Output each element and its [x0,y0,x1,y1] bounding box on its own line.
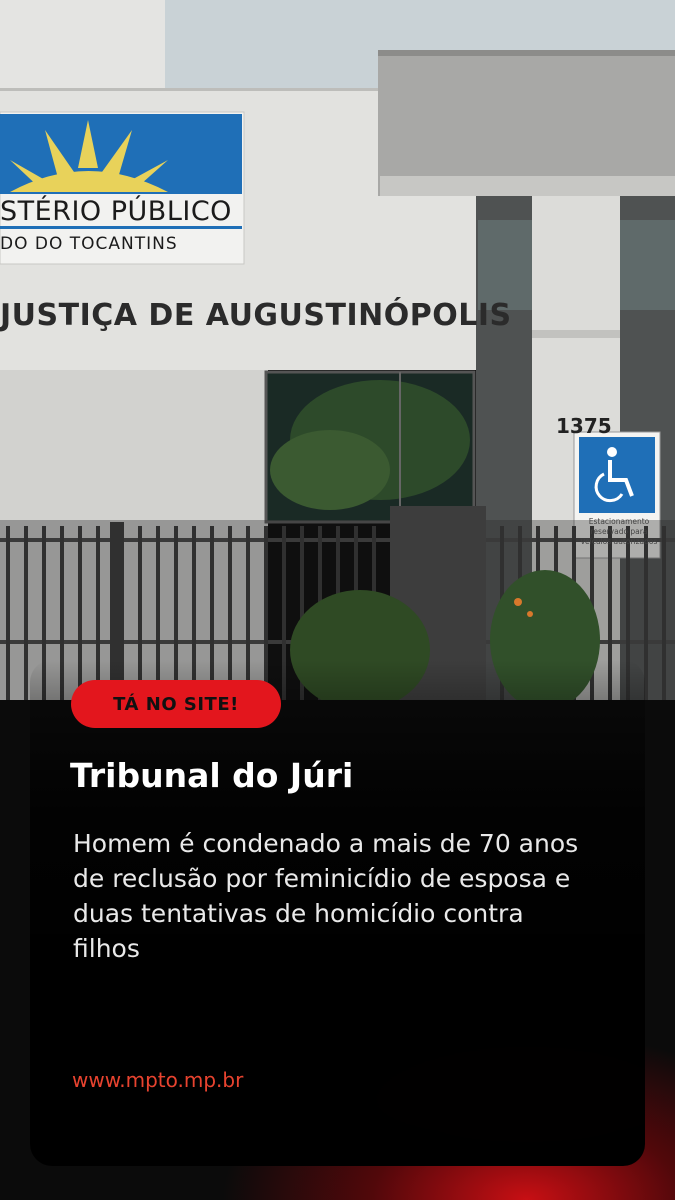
site-badge: TÁ NO SITE! [71,680,281,728]
street-number: 1375 [556,414,612,438]
site-url[interactable]: www.mpto.mp.br [72,1068,243,1092]
parking-sign-text: Estacionamento reservado para veículos a… [580,517,658,546]
sign-line-2: DO DO TOCANTINS [0,234,178,254]
building-name: JUSTIÇA DE AUGUSTINÓPOLIS [0,298,512,333]
headline-category: Tribunal do Júri [70,756,354,795]
sign-line-1: STÉRIO PÚBLICO [0,196,232,227]
headline-body: Homem é condenado a mais de 70 anos de r… [73,829,579,963]
